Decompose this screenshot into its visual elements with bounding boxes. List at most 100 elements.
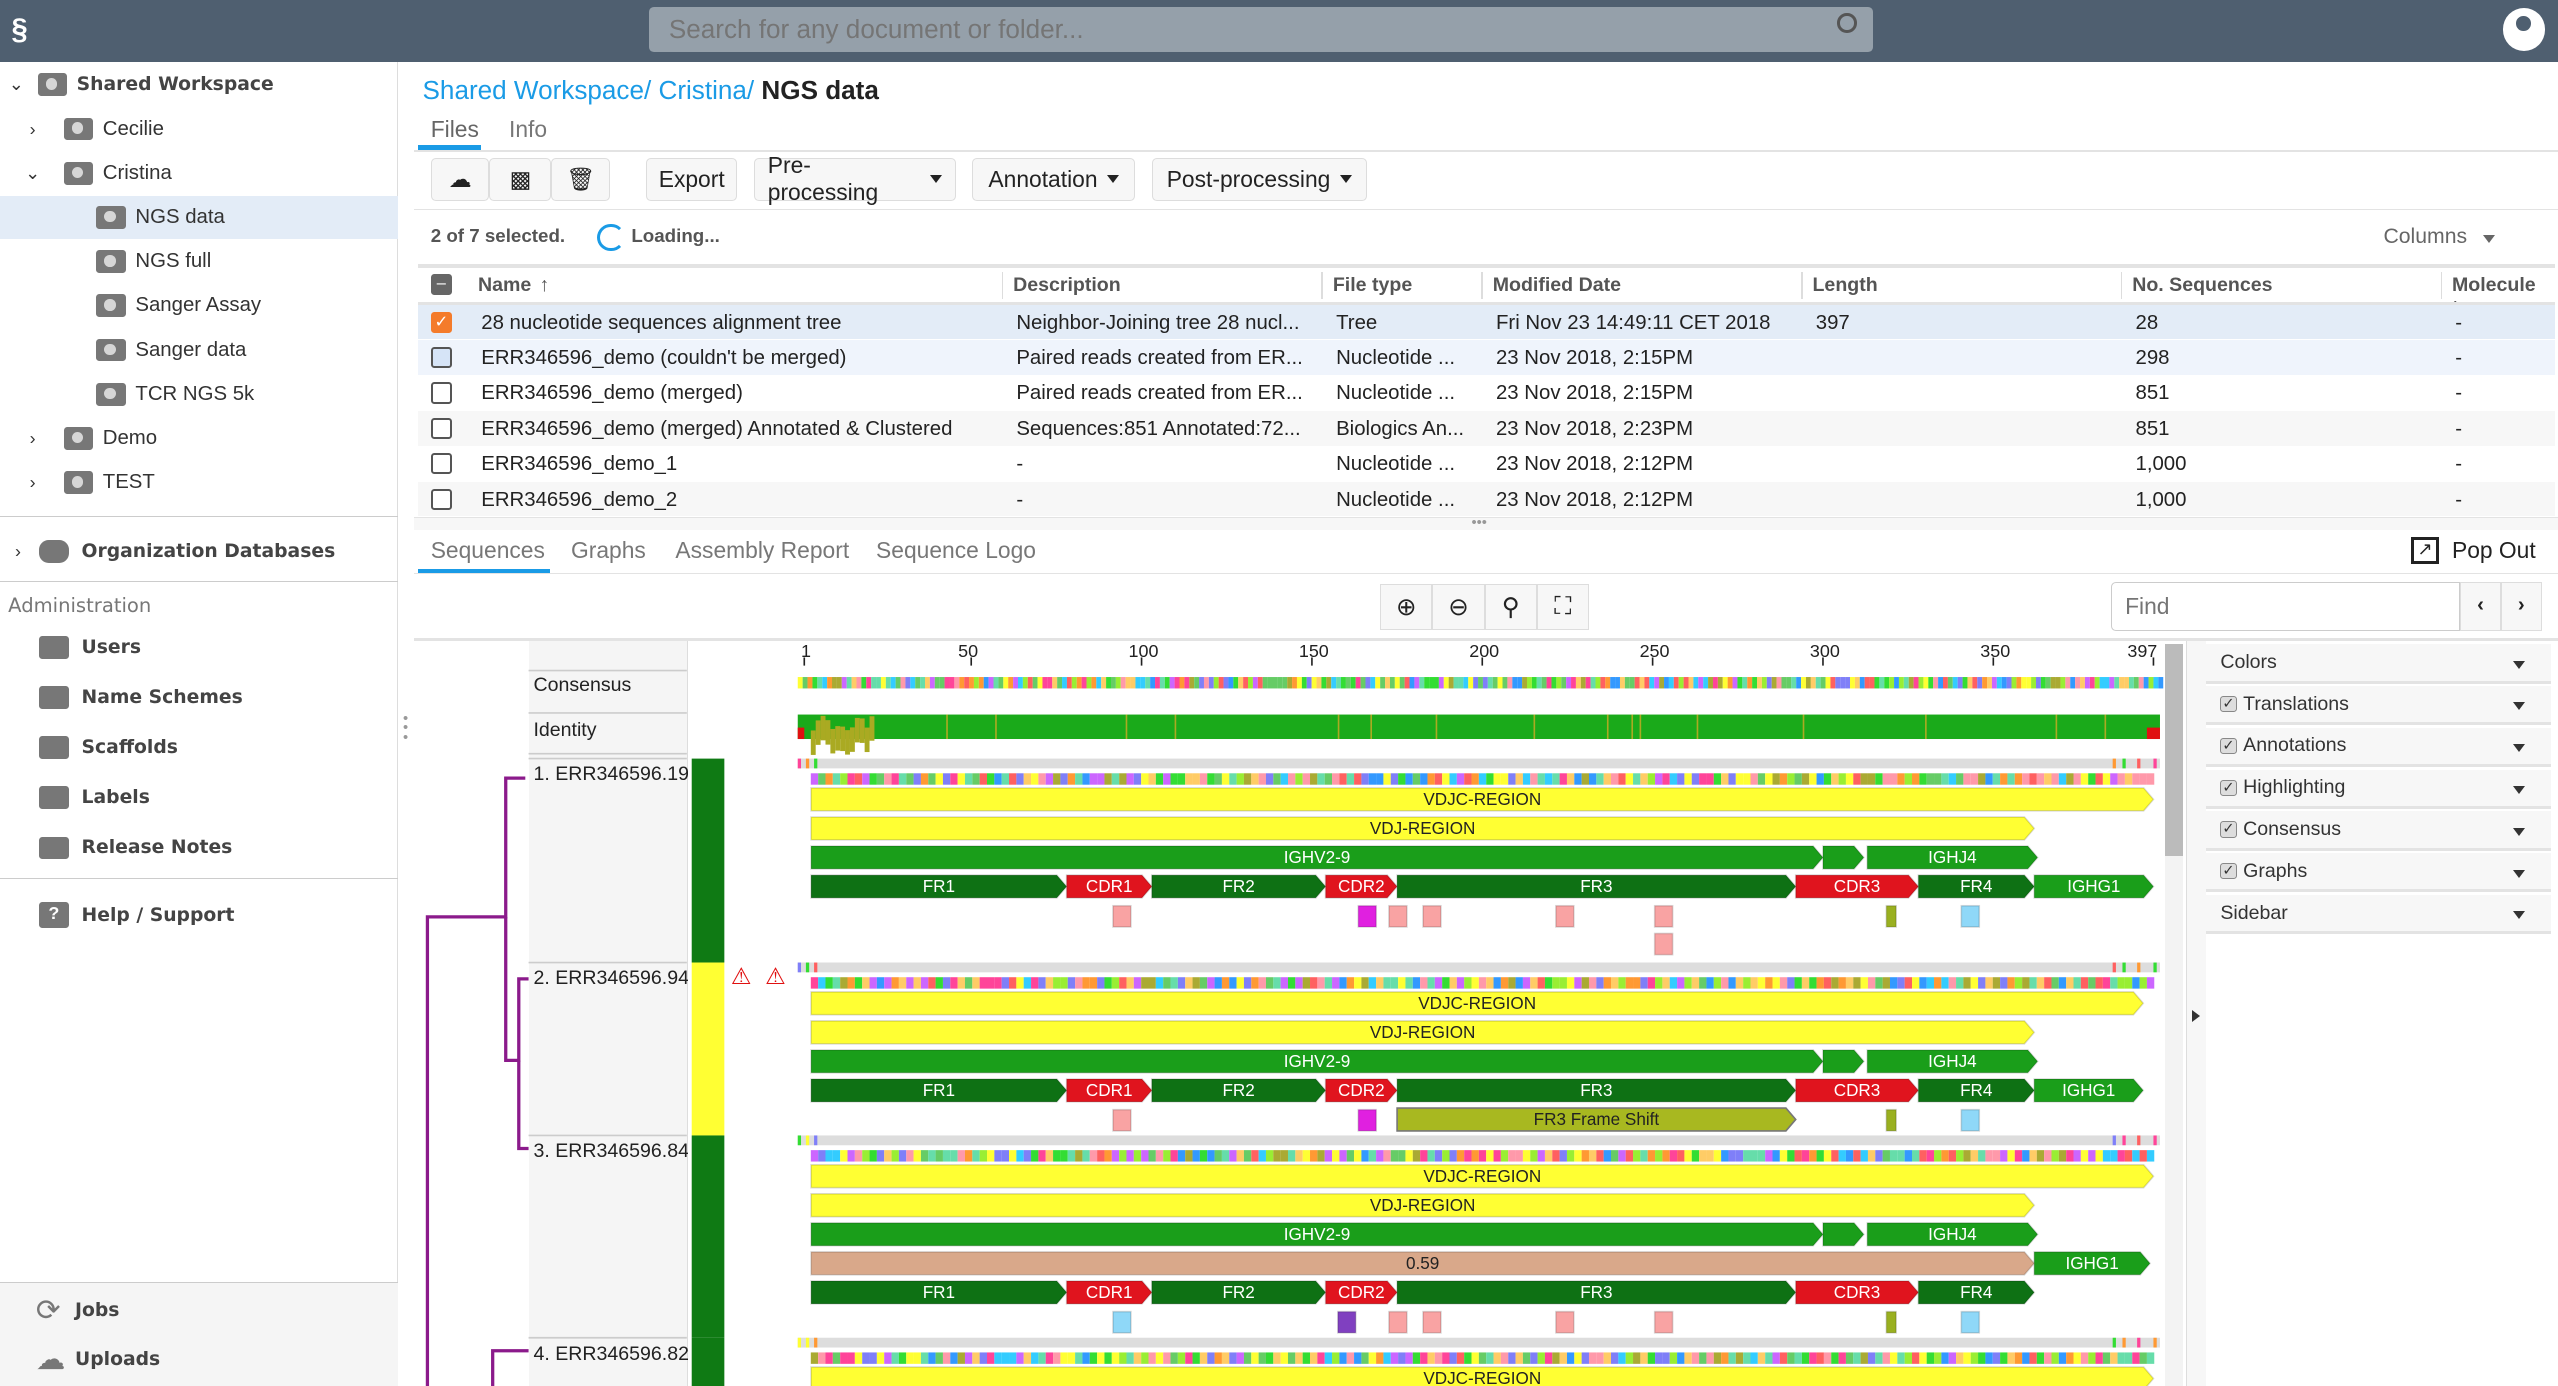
highlight-mark	[1357, 904, 1378, 928]
annotation-label[interactable]: IGHG1	[2034, 875, 2153, 899]
option-sidebar[interactable]: Sidebar	[2205, 894, 2552, 935]
consensus-base	[1243, 677, 1249, 689]
translation-residue	[1566, 977, 1575, 989]
translation-residue	[862, 1150, 870, 1162]
annotation-label[interactable]: VDJC-REGION	[811, 1165, 2153, 1189]
translation-residue	[1992, 773, 2001, 785]
annotation-label[interactable]: CDR2	[1326, 1079, 1398, 1103]
annotation-label[interactable]: CDR3	[1796, 1079, 1919, 1103]
option-checkbox[interactable]: ✓	[2220, 737, 2237, 755]
caret-down-icon[interactable]	[2513, 911, 2526, 920]
annotation-label[interactable]: FR1	[811, 1079, 1067, 1103]
sidebar-item-uploads[interactable]: ☁ Uploads	[0, 1339, 398, 1381]
consensus-base	[876, 677, 881, 689]
consensus-base	[851, 677, 857, 689]
translation-residue	[1970, 773, 1979, 785]
annotation-label[interactable]: FR3	[1397, 1079, 1796, 1103]
translation-residue	[2029, 773, 2037, 785]
translation-residue	[1177, 773, 1186, 785]
annotation-label[interactable]: FR3 Frame Shift	[1397, 1108, 1796, 1132]
translation-residue	[1295, 1150, 1303, 1162]
translation-residue	[1332, 773, 1340, 785]
annotation-label[interactable]: FR4	[1918, 1281, 2034, 1305]
caret-down-icon[interactable]	[2513, 660, 2526, 669]
annotation-label[interactable]: IGHV2-9	[811, 1223, 1823, 1247]
option-highlighting[interactable]: ✓ Highlighting	[2205, 769, 2552, 809]
consensus-base	[1791, 677, 1797, 689]
annotation-label[interactable]: FR2	[1152, 875, 1326, 899]
consensus-base	[1536, 677, 1542, 689]
caret-down-icon[interactable]	[2513, 786, 2526, 794]
annotation-label[interactable]: VDJ-REGION	[811, 1194, 2034, 1218]
sequence-name[interactable]: 4. ERR346596.827	[533, 1343, 688, 1366]
annotation-label[interactable]: CDR1	[1067, 1079, 1152, 1103]
sequence-name[interactable]: 3. ERR346596.841	[533, 1140, 688, 1163]
translation-residue	[2044, 1150, 2052, 1162]
translation-residue	[1280, 1352, 1288, 1364]
consensus-base	[1605, 677, 1611, 689]
consensus-base	[1316, 677, 1322, 689]
annotation-label[interactable]: FR4	[1918, 1079, 2034, 1103]
translation-residue	[1170, 773, 1178, 785]
annotation-label[interactable]: FR1	[811, 875, 1067, 899]
annotation-label[interactable]: CDR1	[1067, 1281, 1152, 1305]
caret-down-icon[interactable]	[2513, 827, 2526, 836]
consensus-base	[1037, 677, 1043, 689]
option-checkbox[interactable]: ✓	[2220, 821, 2237, 838]
translation-residue	[1537, 1150, 1545, 1162]
consensus-base	[1272, 677, 1278, 689]
sequence-name[interactable]: 2. ERR346596.941	[533, 967, 688, 990]
option-consensus[interactable]: ✓ Consensus	[2205, 811, 2552, 851]
option-graphs[interactable]: ✓ Graphs	[2205, 853, 2552, 893]
caret-down-icon[interactable]	[2513, 702, 2526, 711]
annotation-label[interactable]: IGHJ4	[1867, 1223, 2037, 1247]
highlight-mark	[1653, 904, 1674, 928]
annotation-label[interactable]: FR3	[1397, 1281, 1796, 1305]
option-annotations[interactable]: ✓ Annotations	[2205, 727, 2552, 768]
caret-down-icon[interactable]	[2513, 869, 2526, 878]
sequence-name[interactable]: 1. ERR346596.196	[533, 763, 688, 786]
sidebar-item-jobs[interactable]: ⟳ Jobs	[0, 1290, 398, 1332]
annotation-label[interactable]: FR3	[1397, 875, 1796, 899]
annotation-label[interactable]: VDJC-REGION	[811, 992, 2143, 1016]
annotation-label[interactable]: IGHV2-9	[811, 846, 1823, 870]
annotation-label[interactable]: 0.59	[811, 1252, 2034, 1276]
translation-residue	[2036, 977, 2045, 989]
option-translations[interactable]: ✓ Translations	[2205, 686, 2552, 726]
option-colors[interactable]: Colors	[2205, 644, 2552, 684]
option-checkbox[interactable]: ✓	[2220, 863, 2237, 880]
annotation-label[interactable]: IGHV2-9	[811, 1050, 1823, 1074]
warning-icon[interactable]: ⚠	[731, 963, 751, 990]
translation-residue	[1434, 1150, 1443, 1162]
annotation-label[interactable]: IGHJ4	[1867, 846, 2037, 870]
annotation-label[interactable]: CDR2	[1326, 1281, 1398, 1305]
translation-residue	[1111, 773, 1120, 785]
annotation-label[interactable]: CDR1	[1067, 875, 1152, 899]
annotation-label[interactable]: FR2	[1152, 1079, 1326, 1103]
annotation-label[interactable]: FR1	[811, 1281, 1067, 1305]
annotation-label[interactable]: FR2	[1152, 1281, 1326, 1305]
consensus-base	[1722, 677, 1728, 689]
translation-residue	[994, 1352, 1002, 1364]
option-checkbox[interactable]: ✓	[2220, 696, 2237, 713]
caret-down-icon[interactable]	[2513, 744, 2526, 753]
consensus-base	[1022, 677, 1028, 689]
option-checkbox[interactable]: ✓	[2220, 779, 2237, 796]
annotation-label[interactable]: VDJ-REGION	[811, 1021, 2034, 1045]
warning-icon[interactable]: ⚠	[765, 963, 785, 990]
annotation-label[interactable]: IGHG1	[2034, 1252, 2150, 1276]
annotation-label[interactable]: CDR2	[1326, 875, 1398, 899]
annotation-label[interactable]: VDJ-REGION	[811, 817, 2034, 841]
translation-residue	[928, 773, 936, 785]
annotation-label[interactable]: FR4	[1918, 875, 2034, 899]
translation-residue	[1258, 977, 1266, 989]
annotation-label[interactable]: IGHJ4	[1867, 1050, 2037, 1074]
annotation-label[interactable]: CDR3	[1796, 875, 1919, 899]
annotation-label[interactable]: VDJC-REGION	[811, 1367, 2153, 1386]
consensus-base	[1781, 677, 1787, 689]
consensus-base	[1487, 677, 1493, 689]
annotation-label[interactable]: VDJC-REGION	[811, 788, 2153, 812]
annotation-label[interactable]: IGHG1	[2034, 1079, 2143, 1103]
annotation-label[interactable]: CDR3	[1796, 1281, 1919, 1305]
translation-residue	[1809, 773, 1817, 785]
